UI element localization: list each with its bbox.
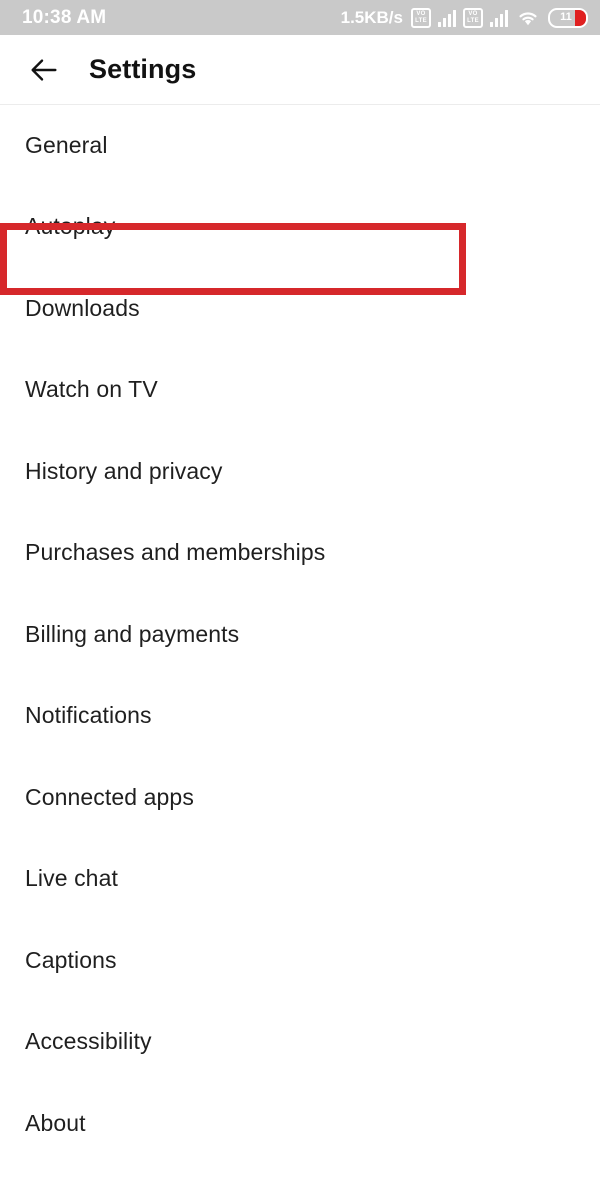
- settings-item-label: Accessibility: [25, 1028, 152, 1055]
- back-arrow-icon: [31, 58, 57, 81]
- settings-item-purchases-and-memberships[interactable]: Purchases and memberships: [0, 513, 600, 595]
- status-bar: 10:38 AM 1.5KB/s VO LTE VO LTE 11: [0, 0, 600, 35]
- battery-icon: 11: [548, 7, 588, 28]
- settings-item-label: General: [25, 131, 108, 158]
- volte-icon-line2: LTE: [415, 18, 427, 24]
- volte-icon-line1: VO: [416, 11, 426, 17]
- settings-item-label: About: [25, 1109, 86, 1136]
- settings-item-about[interactable]: About: [0, 1083, 600, 1165]
- settings-item-label: History and privacy: [25, 457, 223, 484]
- settings-item-label: Live chat: [25, 865, 118, 892]
- settings-item-connected-apps[interactable]: Connected apps: [0, 757, 600, 839]
- volte-icon: VO LTE: [463, 7, 483, 28]
- settings-list: General Autoplay Downloads Watch on TV H…: [0, 105, 600, 1165]
- status-bar-icons: 1.5KB/s VO LTE VO LTE 11: [340, 7, 588, 28]
- volte-icon-line2: LTE: [467, 18, 479, 24]
- signal-bars-icon: [490, 9, 508, 27]
- app-bar: Settings: [0, 35, 600, 105]
- volte-icon-line1: VO: [468, 11, 478, 17]
- volte-icon: VO LTE: [411, 7, 431, 28]
- back-button[interactable]: [16, 42, 72, 98]
- settings-item-general[interactable]: General: [0, 105, 600, 187]
- page-title: Settings: [89, 54, 197, 84]
- settings-item-captions[interactable]: Captions: [0, 920, 600, 1002]
- settings-item-label: Watch on TV: [25, 376, 158, 403]
- status-bar-clock: 10:38 AM: [22, 7, 107, 28]
- settings-item-label: Connected apps: [25, 783, 194, 810]
- network-speed-indicator: 1.5KB/s: [340, 8, 403, 27]
- settings-item-billing-and-payments[interactable]: Billing and payments: [0, 594, 600, 676]
- settings-item-live-chat[interactable]: Live chat: [0, 839, 600, 921]
- settings-item-history-and-privacy[interactable]: History and privacy: [0, 431, 600, 513]
- settings-item-label: Purchases and memberships: [25, 539, 326, 566]
- settings-item-watch-on-tv[interactable]: Watch on TV: [0, 350, 600, 432]
- settings-item-label: Captions: [25, 946, 117, 973]
- settings-item-notifications[interactable]: Notifications: [0, 676, 600, 758]
- wifi-icon: [519, 12, 537, 26]
- settings-item-downloads[interactable]: Downloads: [0, 268, 600, 350]
- battery-percent-label: 11: [560, 11, 572, 23]
- settings-item-label: Notifications: [25, 702, 152, 729]
- settings-item-label: Downloads: [25, 294, 140, 321]
- settings-item-label: Autoplay: [25, 213, 116, 240]
- settings-item-autoplay[interactable]: Autoplay: [0, 187, 600, 269]
- settings-item-accessibility[interactable]: Accessibility: [0, 1002, 600, 1084]
- signal-bars-icon: [438, 9, 456, 27]
- settings-item-label: Billing and payments: [25, 620, 240, 647]
